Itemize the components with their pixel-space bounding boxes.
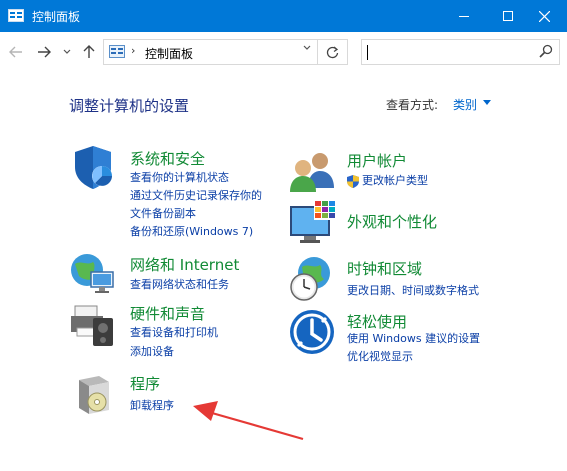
address-bar: › 控制面板 bbox=[0, 32, 567, 72]
minimize-icon bbox=[459, 16, 469, 17]
close-icon bbox=[538, 10, 550, 22]
category-ease-of-access: 轻松使用 使用 Windows 建议的设置 优化视觉显示 bbox=[288, 308, 528, 366]
back-button[interactable] bbox=[7, 43, 25, 61]
category-clock-region: 时钟和区域 更改日期、时间或数字格式 bbox=[288, 255, 528, 305]
users-icon[interactable] bbox=[288, 148, 336, 196]
chevron-down-icon bbox=[63, 49, 71, 54]
up-button[interactable] bbox=[80, 43, 98, 61]
refresh-button[interactable] bbox=[318, 39, 348, 65]
link-change-date-time-format[interactable]: 更改日期、时间或数字格式 bbox=[347, 282, 479, 298]
back-arrow-icon bbox=[9, 46, 22, 58]
category-network-internet: 网络和 Internet 查看网络状态和任务 bbox=[69, 250, 289, 300]
programs-box-icon[interactable] bbox=[69, 370, 117, 418]
search-input[interactable] bbox=[361, 39, 560, 65]
view-by-label: 查看方式: bbox=[386, 98, 439, 112]
category-title-network[interactable]: 网络和 Internet bbox=[130, 254, 239, 275]
page-title: 调整计算机的设置 bbox=[69, 97, 190, 115]
clock-globe-icon[interactable] bbox=[288, 255, 336, 303]
category-title-security[interactable]: 系统和安全 bbox=[130, 148, 205, 169]
link-uninstall-program[interactable]: 卸载程序 bbox=[130, 397, 174, 413]
link-add-device[interactable]: 添加设备 bbox=[130, 343, 174, 359]
link-file-history[interactable]: 通过文件历史记录保存你的 bbox=[130, 187, 262, 203]
link-change-account-type[interactable]: 更改帐户类型 bbox=[347, 172, 428, 188]
link-windows-recommended-settings[interactable]: 使用 Windows 建议的设置 bbox=[347, 330, 480, 346]
category-appearance: 外观和个性化 bbox=[288, 200, 528, 248]
minimize-button[interactable] bbox=[441, 0, 487, 32]
address-field[interactable]: › 控制面板 bbox=[103, 39, 318, 65]
up-arrow-icon bbox=[83, 45, 95, 58]
view-by-dropdown[interactable]: 类别 bbox=[453, 96, 477, 113]
category-title-clock[interactable]: 时钟和区域 bbox=[347, 258, 422, 279]
category-system-security: 系统和安全 查看你的计算机状态 通过文件历史记录保存你的 文件备份副本 备份和还… bbox=[69, 143, 289, 243]
breadcrumb-item[interactable]: 控制面板 bbox=[145, 45, 193, 62]
category-title-ease[interactable]: 轻松使用 bbox=[347, 311, 407, 332]
appearance-monitor-icon[interactable] bbox=[288, 200, 336, 248]
link-file-history-continued[interactable]: 文件备份副本 bbox=[130, 205, 196, 221]
link-change-account-type-label[interactable]: 更改帐户类型 bbox=[362, 174, 428, 187]
control-panel-icon bbox=[109, 45, 125, 58]
address-dropdown-button[interactable] bbox=[303, 43, 311, 54]
text-cursor bbox=[367, 45, 368, 60]
link-view-computer-status[interactable]: 查看你的计算机状态 bbox=[130, 169, 229, 185]
search-icon[interactable] bbox=[539, 44, 553, 58]
category-user-accounts: 用户帐户 更改帐户类型 bbox=[288, 148, 528, 193]
refresh-icon bbox=[326, 46, 339, 58]
category-title-users[interactable]: 用户帐户 bbox=[347, 150, 407, 171]
forward-button[interactable] bbox=[35, 43, 53, 61]
chevron-down-icon bbox=[303, 45, 311, 50]
network-globe-icon[interactable] bbox=[69, 250, 117, 298]
printer-icon[interactable] bbox=[69, 300, 117, 348]
recent-locations-button[interactable] bbox=[61, 43, 73, 61]
maximize-icon bbox=[503, 11, 513, 21]
uac-shield-icon bbox=[347, 174, 359, 188]
category-title-hardware[interactable]: 硬件和声音 bbox=[130, 303, 205, 324]
title-bar: 控制面板 bbox=[0, 0, 567, 32]
category-programs: 程序 卸载程序 bbox=[69, 370, 289, 420]
category-title-programs[interactable]: 程序 bbox=[130, 373, 160, 394]
category-hardware-sound: 硬件和声音 查看设备和打印机 添加设备 bbox=[69, 300, 289, 358]
link-optimize-visual-display[interactable]: 优化视觉显示 bbox=[347, 348, 413, 364]
category-title-appearance[interactable]: 外观和个性化 bbox=[347, 211, 437, 232]
breadcrumb-separator-icon[interactable]: › bbox=[131, 44, 135, 57]
forward-arrow-icon bbox=[38, 46, 51, 58]
ease-of-access-icon[interactable] bbox=[288, 308, 336, 356]
close-button[interactable] bbox=[521, 0, 567, 32]
link-network-status-tasks[interactable]: 查看网络状态和任务 bbox=[130, 276, 229, 292]
view-by-caret-icon[interactable] bbox=[483, 100, 491, 105]
link-backup-restore[interactable]: 备份和还原(Windows 7) bbox=[130, 223, 253, 239]
shield-icon[interactable] bbox=[69, 143, 117, 191]
link-devices-printers[interactable]: 查看设备和打印机 bbox=[130, 324, 218, 340]
control-panel-icon bbox=[8, 9, 24, 22]
window-title: 控制面板 bbox=[32, 10, 81, 24]
